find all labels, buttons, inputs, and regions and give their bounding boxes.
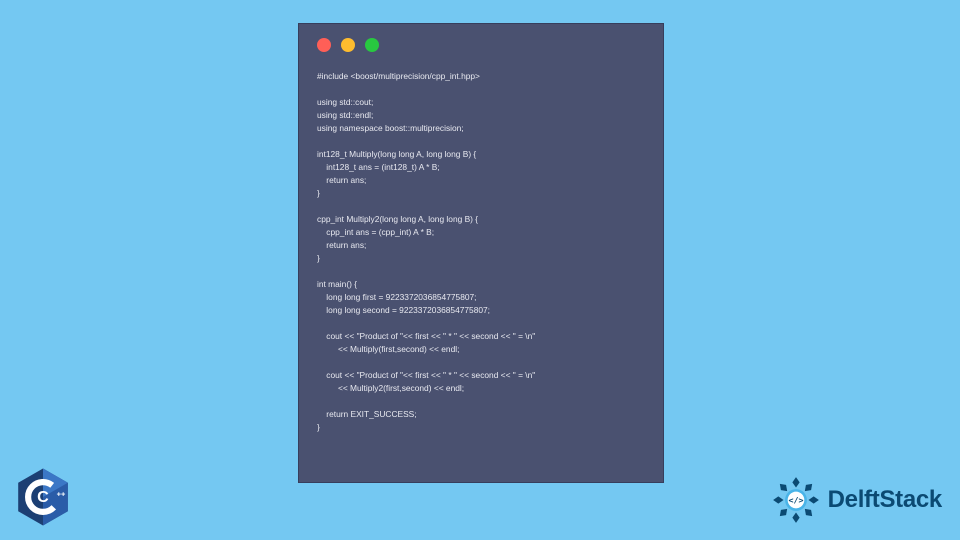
svg-text:</>: </> xyxy=(788,495,803,505)
window-controls xyxy=(299,24,663,62)
close-icon xyxy=(317,38,331,52)
maximize-icon xyxy=(365,38,379,52)
brand-logo: </> DelftStack xyxy=(770,474,942,526)
minimize-icon xyxy=(341,38,355,52)
cpp-label: C xyxy=(37,488,49,506)
delftstack-icon: </> xyxy=(770,474,822,526)
brand-name: DelftStack xyxy=(828,486,942,514)
code-window: #include <boost/multiprecision/cpp_int.h… xyxy=(298,23,664,483)
svg-text:+: + xyxy=(61,489,66,498)
code-content: #include <boost/multiprecision/cpp_int.h… xyxy=(299,62,663,448)
cpp-logo-icon: C + + xyxy=(12,466,74,528)
